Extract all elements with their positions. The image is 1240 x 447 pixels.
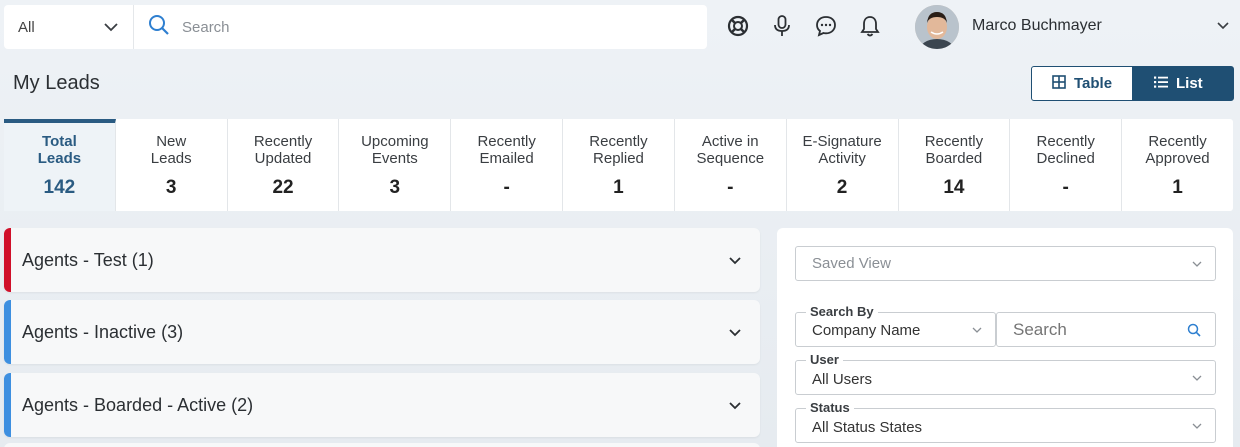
group-color-bar xyxy=(4,373,11,437)
microphone-icon[interactable] xyxy=(770,14,794,38)
stat-tab-recently-approved[interactable]: Recently Approved 1 xyxy=(1122,119,1233,211)
chevron-down-icon xyxy=(971,323,983,340)
stat-label: Recently Updated xyxy=(253,133,313,167)
stat-count: 3 xyxy=(165,177,177,198)
stat-tab-recently-boarded[interactable]: Recently Boarded 14 xyxy=(899,119,1011,211)
stat-tab-recently-updated[interactable]: Recently Updated 22 xyxy=(228,119,340,211)
status-select[interactable]: Status All Status States xyxy=(795,400,1216,443)
user-select[interactable]: User All Users xyxy=(795,352,1216,395)
user-value: All Users xyxy=(812,371,873,388)
table-view-label: Table xyxy=(1074,75,1113,92)
lead-stats-tabs: Total Leads 142 New Leads 3 Recently Upd… xyxy=(4,119,1233,211)
chevron-down-icon[interactable] xyxy=(1216,19,1230,38)
table-view-button[interactable]: Table xyxy=(1031,66,1133,101)
stat-tab-total-leads[interactable]: Total Leads 142 xyxy=(4,119,116,211)
chevron-down-icon xyxy=(1191,419,1203,436)
stat-tab-recently-replied[interactable]: Recently Replied 1 xyxy=(563,119,675,211)
search-by-value: Company Name xyxy=(812,322,921,339)
stat-tab-recently-declined[interactable]: Recently Declined - xyxy=(1010,119,1123,211)
group-label: Agents - Test (1) xyxy=(22,249,154,270)
stat-count: - xyxy=(1062,177,1069,198)
stat-label: Recently Approved xyxy=(1145,133,1210,167)
stat-label: New Leads xyxy=(150,133,192,167)
status-value: All Status States xyxy=(812,419,923,436)
search-input[interactable] xyxy=(182,18,682,36)
filter-panel: Saved View Search By Company Name User A… xyxy=(777,228,1233,447)
stat-label: Recently Emailed xyxy=(477,133,536,167)
stat-tab-recently-emailed[interactable]: Recently Emailed - xyxy=(451,119,564,211)
stat-count: 142 xyxy=(43,177,76,198)
search-icon[interactable] xyxy=(1187,323,1201,341)
scope-select[interactable]: All xyxy=(4,5,134,49)
scope-select-value: All xyxy=(18,18,35,36)
chevron-down-icon xyxy=(1191,371,1203,388)
avatar[interactable] xyxy=(915,5,959,49)
stat-label: Total Leads xyxy=(37,133,82,167)
search-by-input[interactable] xyxy=(1013,320,1183,340)
user-name[interactable]: Marco Buchmayer xyxy=(972,17,1102,35)
lead-group-agents-inactive[interactable]: Agents - Inactive (3) xyxy=(4,300,760,364)
stat-tab-new-leads[interactable]: New Leads 3 xyxy=(116,119,228,211)
stat-label: Active in Sequence xyxy=(696,133,765,167)
page-title: My Leads xyxy=(13,72,100,94)
stat-label: Recently Replied xyxy=(589,133,648,167)
chevron-down-icon xyxy=(728,397,742,418)
chat-icon[interactable] xyxy=(814,14,838,38)
lifebuoy-icon[interactable] xyxy=(726,14,750,38)
search-by-label: Search By xyxy=(806,304,878,319)
stat-label: Upcoming Events xyxy=(361,133,429,167)
user-label: User xyxy=(806,352,843,367)
stat-count: 1 xyxy=(613,177,624,198)
stat-count: 1 xyxy=(1172,177,1183,198)
table-grid-icon xyxy=(1052,74,1066,93)
top-bar: All Marco Buchmayer xyxy=(0,0,1240,56)
list-icon xyxy=(1154,75,1168,93)
group-label: Agents - Boarded - Active (2) xyxy=(22,394,254,415)
stat-count: 2 xyxy=(836,177,848,198)
global-search xyxy=(134,5,707,49)
bell-icon[interactable] xyxy=(858,14,882,38)
list-view-button[interactable]: List xyxy=(1133,66,1234,101)
stat-label: E-Signature Activity xyxy=(802,133,882,167)
group-label: Agents - Inactive (3) xyxy=(22,321,184,342)
group-color-bar xyxy=(4,228,11,292)
saved-view-select[interactable]: Saved View xyxy=(795,246,1216,281)
stat-tab-upcoming-events[interactable]: Upcoming Events 3 xyxy=(339,119,452,211)
view-toggle: Table List xyxy=(1031,66,1234,101)
lead-group-agents-test[interactable]: Agents - Test (1) xyxy=(4,228,760,292)
chevron-down-icon xyxy=(103,19,119,39)
saved-view-value: Saved View xyxy=(812,255,891,272)
lead-group-agents-boarded-active[interactable]: Agents - Boarded - Active (2) xyxy=(4,373,760,437)
stat-count: 14 xyxy=(943,177,965,198)
stat-count: - xyxy=(727,177,734,198)
stat-tab-active-in-sequence[interactable]: Active in Sequence - xyxy=(675,119,787,211)
search-by-select[interactable]: Search By Company Name xyxy=(795,304,996,347)
lead-group-partial xyxy=(4,443,760,447)
stat-label: Recently Boarded xyxy=(924,133,984,167)
chevron-down-icon xyxy=(1191,257,1203,274)
stat-tab-e-signature-activity[interactable]: E-Signature Activity 2 xyxy=(787,119,899,211)
status-label: Status xyxy=(806,400,854,415)
search-by-input-wrapper xyxy=(996,312,1216,347)
stat-label: Recently Declined xyxy=(1036,133,1095,167)
chevron-down-icon xyxy=(728,324,742,345)
list-view-label: List xyxy=(1176,75,1203,92)
search-icon xyxy=(148,14,170,41)
group-color-bar xyxy=(4,300,11,364)
stat-count: - xyxy=(503,177,510,198)
stat-count: 22 xyxy=(272,177,294,198)
stat-count: 3 xyxy=(389,177,401,198)
chevron-down-icon xyxy=(728,252,742,273)
